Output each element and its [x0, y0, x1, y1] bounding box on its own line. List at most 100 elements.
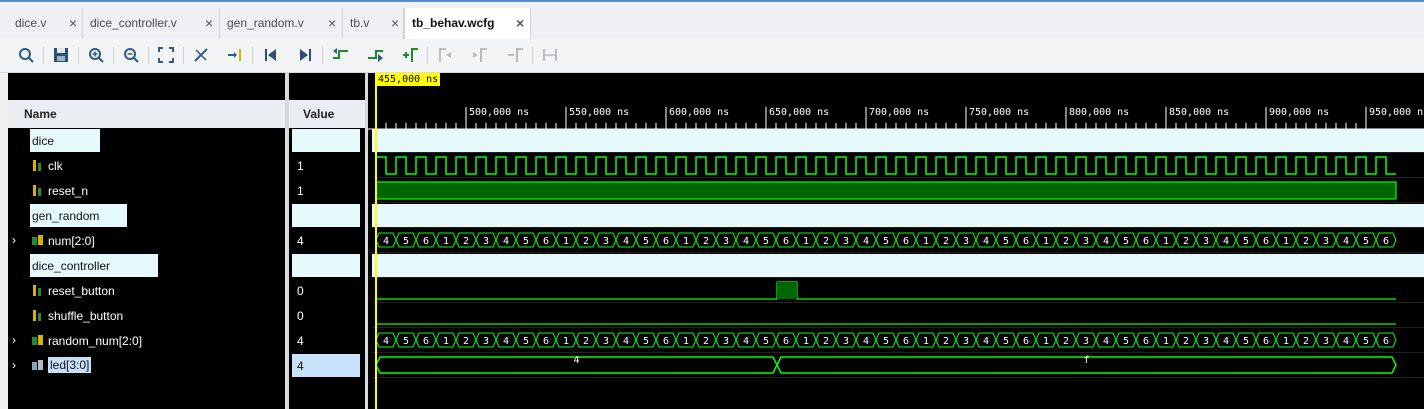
signal-value: 4 — [297, 334, 304, 348]
expand-chevron-icon[interactable]: › — [12, 233, 16, 247]
bus-value-label: 3 — [723, 236, 729, 247]
signal-row-reset-n[interactable]: reset_n — [8, 178, 285, 203]
bus-value-label: 6 — [663, 336, 669, 347]
bit-signal-icon — [32, 184, 44, 197]
reset-button-waveform — [376, 281, 1396, 300]
signal-row-reset-button[interactable]: reset_button — [8, 278, 285, 303]
waveform-canvas[interactable]: 4 5 6 1 2 3 4 5 6 1 2 3 4 5 6 1 2 3 4 5 6 1 2 3 4 5 6 1 2 3 4 5 6 1 2 3 4 5 6 1… — [368, 73, 1424, 409]
zoom-out-icon[interactable] — [122, 46, 142, 64]
bit-signal-icon — [32, 284, 44, 297]
bus-value-label: 5 — [643, 336, 649, 347]
bit-signal-icon — [32, 309, 44, 322]
bus-value-label: 4 — [863, 236, 869, 247]
tab-tb-v[interactable]: tb.v × — [343, 8, 404, 41]
tab-gen-random-v[interactable]: gen_random.v × — [220, 8, 343, 41]
group-name: gen_random — [32, 209, 100, 223]
bus-value-label: 1 — [1283, 236, 1289, 247]
signal-name: num[2:0] — [48, 234, 95, 248]
bus-value-label: 5 — [403, 236, 409, 247]
waveform-pane[interactable]: 455,000 ns 500,000 ns 550,000 ns 600,000 n… — [368, 73, 1424, 409]
bus-value-label: 1 — [443, 236, 449, 247]
reset-button-pulse — [777, 282, 797, 299]
save-icon[interactable] — [52, 46, 72, 64]
search-icon[interactable] — [17, 46, 37, 64]
delete-marker-icon — [506, 46, 526, 64]
close-icon[interactable]: × — [391, 16, 399, 30]
bus-value-label: 4 — [1343, 236, 1349, 247]
bus-value-label: 1 — [683, 236, 689, 247]
bus-value-label: 3 — [843, 236, 849, 247]
go-to-end-icon[interactable] — [296, 46, 316, 64]
bus-value-label: 1 — [1163, 336, 1169, 347]
go-to-cursor-icon[interactable] — [226, 46, 246, 64]
bus-value-label: 2 — [463, 336, 469, 347]
bus-value-label: 6 — [543, 336, 549, 347]
tab-tb-behav-wcfg[interactable]: tb_behav.wcfg × — [404, 8, 531, 41]
add-marker-icon[interactable] — [401, 46, 421, 64]
signal-row-gen-random[interactable]: gen_random — [8, 203, 285, 228]
tab-dice-controller-v[interactable]: dice_controller.v × — [83, 8, 220, 41]
previous-transition-icon[interactable] — [331, 46, 351, 64]
bus-value-label: 3 — [603, 236, 609, 247]
bus-value-label: 5 — [883, 336, 889, 347]
bus-value-label: 5 — [1363, 236, 1369, 247]
bus-value-label: 6 — [1263, 336, 1269, 347]
next-transition-icon[interactable] — [366, 46, 386, 64]
bus-value-label: 6 — [1383, 236, 1389, 247]
value-header-label: Value — [303, 107, 335, 121]
group-name: dice — [32, 134, 55, 148]
bus-value-label: 5 — [1243, 336, 1249, 347]
bus-value-label: 5 — [523, 236, 529, 247]
signal-value-cell: 0 — [289, 278, 365, 303]
bus-value-label: 5 — [1003, 236, 1009, 247]
bus-value-label: 4 — [983, 336, 989, 347]
bus-value-label: 4 — [503, 236, 509, 247]
bus-value-label: 4 — [743, 336, 749, 347]
bus-value-label: 6 — [903, 336, 909, 347]
signal-row-led-3-0[interactable]: › led[3:0] — [8, 353, 285, 378]
signal-row-clk[interactable]: clk — [8, 153, 285, 178]
bus-value-label: 1 — [803, 336, 809, 347]
bus-value-label: 3 — [1083, 236, 1089, 247]
signal-row-random-num-2-0[interactable]: › random_num[2:0] — [8, 328, 285, 353]
name-column-header[interactable]: Name — [8, 100, 285, 128]
signal-name: shuffle_button — [48, 309, 124, 323]
bus-value-label: 5 — [523, 336, 529, 347]
tab-dice-v[interactable]: dice.v × — [8, 8, 83, 41]
signal-row-shuffle-button[interactable]: shuffle_button — [8, 303, 285, 328]
group-label: gen_random — [30, 204, 127, 227]
expand-chevron-icon[interactable]: › — [12, 358, 16, 372]
signal-row-dice-controller[interactable]: dice_controller — [8, 253, 285, 278]
signal-name: reset_n — [48, 184, 89, 198]
waveform-toolbar — [0, 39, 1424, 73]
bus-value-label: 6 — [543, 236, 549, 247]
close-icon[interactable]: × — [516, 16, 524, 30]
group-label: dice — [30, 129, 100, 152]
bus-value-label: 2 — [1183, 336, 1189, 347]
bus-value-label: 2 — [943, 236, 949, 247]
close-icon[interactable]: × — [69, 16, 77, 30]
value-column-header[interactable]: Value — [289, 100, 365, 128]
close-icon[interactable]: × — [328, 16, 336, 30]
bus-value-label: 2 — [583, 336, 589, 347]
close-icon[interactable]: × — [205, 16, 213, 30]
go-to-start-icon[interactable] — [261, 46, 281, 64]
bus-value-label: 2 — [583, 236, 589, 247]
signal-value: 1 — [297, 184, 304, 198]
bus-value-label: 5 — [1363, 336, 1369, 347]
bus-value-label: 6 — [903, 236, 909, 247]
signal-value: 4 — [297, 359, 304, 373]
zoom-in-icon[interactable] — [87, 46, 107, 64]
expand-chevron-icon[interactable]: › — [12, 333, 16, 347]
bus-value-label: 3 — [603, 336, 609, 347]
group-band — [372, 129, 1424, 152]
bus-value-label: 5 — [883, 236, 889, 247]
zoom-fit-icon[interactable] — [157, 46, 177, 64]
bus-value-label: 3 — [1323, 236, 1329, 247]
signal-row-num-2-0[interactable]: › num[2:0] — [8, 228, 285, 253]
bus-value-label: 2 — [1303, 236, 1309, 247]
bus-value-label: 1 — [923, 336, 929, 347]
signal-row-dice[interactable]: dice — [8, 128, 285, 153]
swap-cursor-icon[interactable] — [192, 46, 212, 64]
bus-value-label: 6 — [423, 236, 429, 247]
